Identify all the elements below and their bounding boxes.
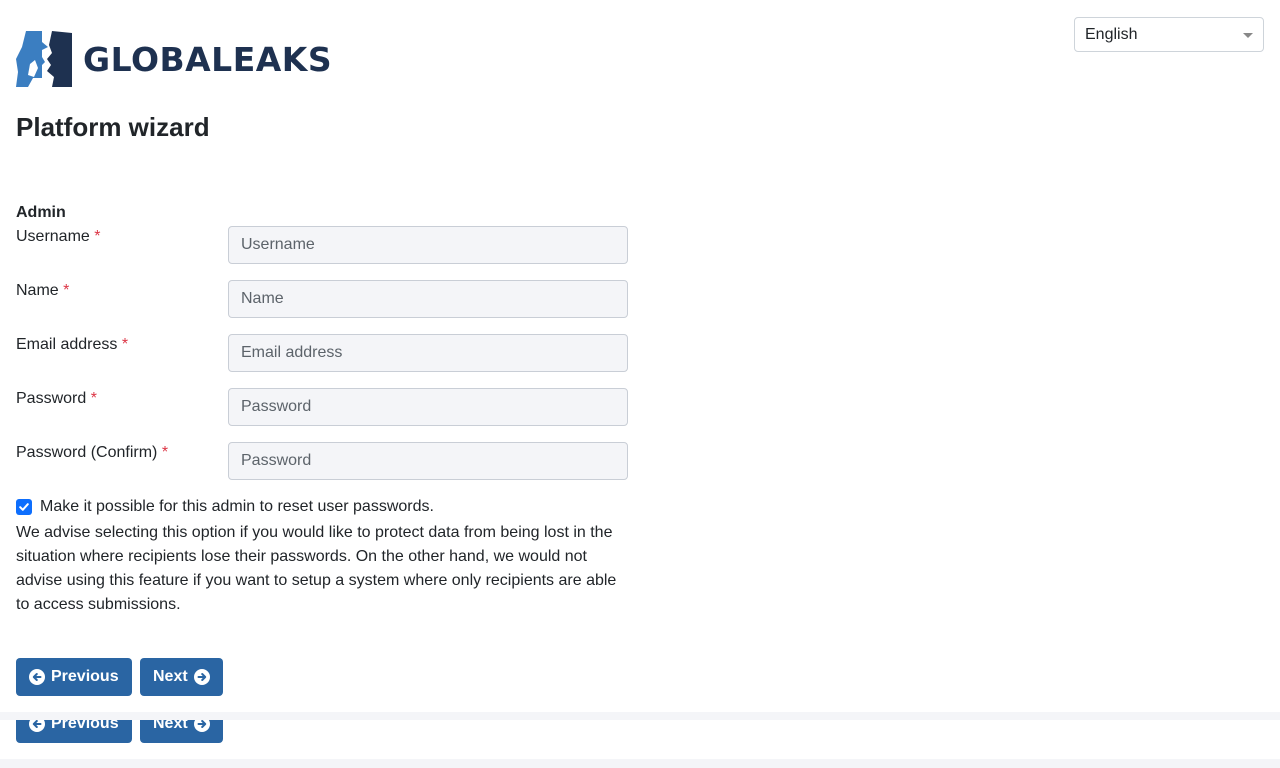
reset-passwords-label: Make it possible for this admin to reset… [40, 498, 434, 515]
footer-divider [0, 712, 1280, 720]
name-label-text: Name [16, 282, 59, 299]
page-title: Platform wizard [16, 112, 210, 142]
required-marker: * [94, 228, 101, 245]
reset-passwords-help: We advise selecting this option if you w… [16, 524, 617, 613]
page-footer [0, 759, 1280, 768]
password-label: Password * [16, 390, 97, 408]
sticky-previous-button[interactable]: Previous [16, 720, 132, 743]
language-select[interactable]: English [1074, 17, 1264, 52]
sticky-next-button-label: Next [153, 720, 188, 732]
chevron-down-icon [1243, 33, 1253, 38]
logo: GLOBALEAKS [16, 31, 332, 87]
email-input[interactable] [228, 334, 628, 372]
password-input[interactable] [228, 388, 628, 426]
previous-button-label: Previous [51, 668, 119, 685]
email-label-text: Email address [16, 336, 118, 353]
sticky-next-button[interactable]: Next [140, 720, 223, 743]
required-marker: * [161, 444, 169, 461]
required-marker: * [90, 390, 97, 407]
reset-passwords-option: Make it possible for this admin to reset… [16, 498, 434, 516]
language-select-value: English [1085, 26, 1138, 43]
arrow-left-circle-icon [29, 669, 45, 685]
sticky-footer: Previous Next [0, 720, 1280, 759]
logo-text: GLOBALEAKS [83, 39, 333, 79]
username-input[interactable] [228, 226, 628, 264]
email-label: Email address * [16, 336, 128, 354]
previous-button[interactable]: Previous [16, 658, 132, 696]
required-marker: * [121, 336, 129, 353]
username-label-text: Username [16, 228, 90, 245]
password-confirm-input[interactable] [228, 442, 628, 480]
arrow-right-circle-icon [193, 720, 210, 732]
checkmark-icon [19, 503, 29, 511]
sticky-previous-button-label: Previous [51, 720, 119, 732]
next-button[interactable]: Next [140, 658, 223, 696]
name-label: Name * [16, 282, 69, 300]
logo-mark-icon [16, 31, 72, 87]
name-input[interactable] [228, 280, 628, 318]
username-label: Username * [16, 228, 101, 246]
section-label-admin: Admin [16, 204, 66, 221]
password-label-text: Password [16, 390, 87, 407]
password-confirm-label: Password (Confirm) * [16, 444, 168, 462]
arrow-left-circle-icon [29, 720, 45, 732]
required-marker: * [63, 282, 70, 299]
arrow-right-circle-icon [193, 669, 210, 685]
reset-passwords-checkbox[interactable] [16, 499, 32, 515]
next-button-label: Next [153, 668, 188, 685]
password-confirm-label-text: Password (Confirm) [16, 444, 158, 461]
